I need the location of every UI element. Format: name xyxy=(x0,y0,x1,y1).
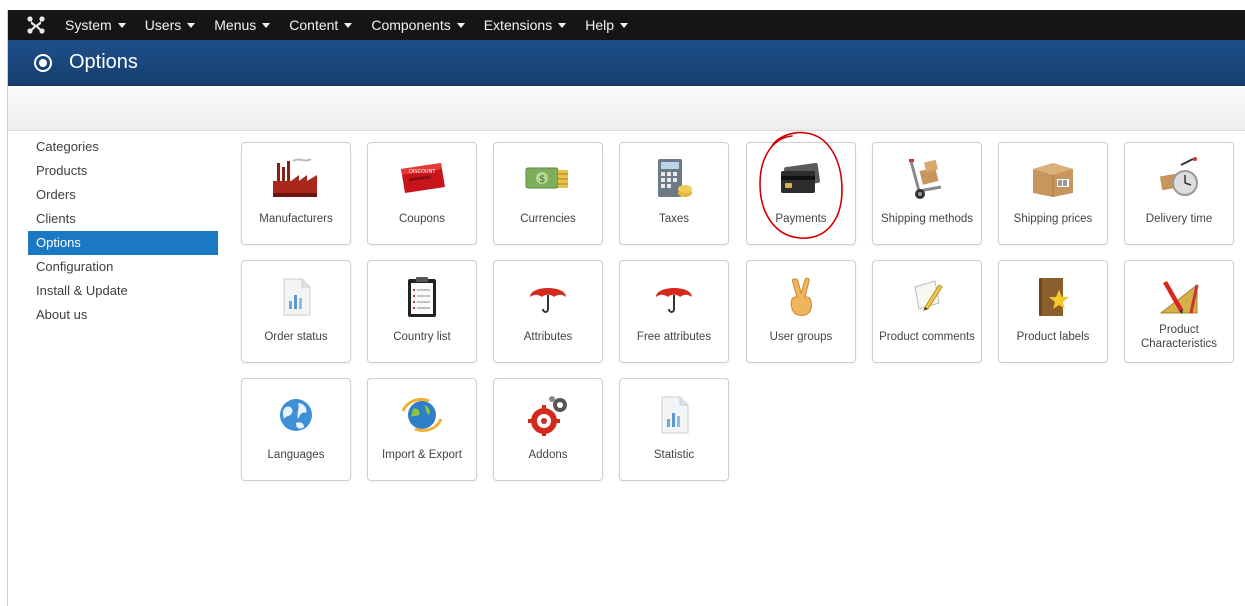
menu-label: System xyxy=(65,17,112,33)
toolbar xyxy=(8,87,1245,131)
caret-down-icon xyxy=(262,22,271,28)
menu-label: Users xyxy=(144,17,182,33)
caret-down-icon xyxy=(620,22,628,28)
tile-taxes[interactable]: Taxes xyxy=(619,142,729,245)
tile-label: Manufacturers xyxy=(259,213,333,225)
menu-label: Content xyxy=(289,17,339,33)
tile-label: Import & Export xyxy=(382,449,462,461)
tile-shipping-methods[interactable]: Shipping methods xyxy=(872,142,982,245)
tile-addons[interactable]: Addons xyxy=(493,378,603,481)
tile-delivery-time[interactable]: Delivery time xyxy=(1124,142,1234,245)
note-pencil-icon xyxy=(901,275,953,319)
sidebar-item-options[interactable]: Options xyxy=(28,231,218,255)
discount-ticket-icon: DISCOUNT xyxy=(396,157,448,201)
caret-down-icon xyxy=(344,22,353,28)
stopwatch-icon xyxy=(1153,157,1205,201)
umbrella-icon xyxy=(648,275,700,319)
menu-content[interactable]: Content xyxy=(289,17,353,33)
sidebar-item-clients[interactable]: Clients xyxy=(28,207,218,231)
sidebar-item-categories[interactable]: Categories xyxy=(28,135,218,159)
parcel-box-icon xyxy=(1027,157,1079,201)
tile-label: Attributes xyxy=(523,331,573,343)
menu-system[interactable]: System xyxy=(65,17,126,33)
tile-payments[interactable]: Payments xyxy=(746,142,856,245)
caret-down-icon xyxy=(117,22,126,28)
money-icon: $ xyxy=(522,157,574,201)
book-star-icon xyxy=(1027,275,1079,319)
tile-label: Order status xyxy=(264,331,328,343)
joomla-logo-icon[interactable] xyxy=(25,14,47,36)
tile-currencies[interactable]: $ Currencies xyxy=(493,142,603,245)
tile-order-status[interactable]: Order status xyxy=(241,260,351,363)
caret-down-icon xyxy=(187,22,196,28)
tile-label: Product Characteristics xyxy=(1140,324,1218,350)
tile-label: Country list xyxy=(393,331,451,343)
radio-circle-icon xyxy=(34,53,52,72)
tile-label: User groups xyxy=(769,331,833,343)
document-chart-icon xyxy=(648,393,700,437)
tile-label: Coupons xyxy=(398,213,446,225)
umbrella-icon xyxy=(522,275,574,319)
svg-text:DISCOUNT: DISCOUNT xyxy=(409,169,436,175)
tile-label: Delivery time xyxy=(1145,213,1213,225)
caret-down-icon xyxy=(456,22,465,28)
sidebar-item-orders[interactable]: Orders xyxy=(28,183,218,207)
menu-label: Menus xyxy=(214,17,257,33)
tile-manufacturers[interactable]: Manufacturers xyxy=(241,142,351,245)
menu-label: Help xyxy=(585,17,614,33)
menu-users[interactable]: Users xyxy=(145,17,196,33)
menu-label: Extensions xyxy=(483,17,553,33)
tile-label: Taxes xyxy=(658,213,690,225)
factory-icon xyxy=(270,157,322,201)
document-chart-icon xyxy=(270,275,322,319)
calculator-icon xyxy=(648,157,700,201)
sidebar-item-products[interactable]: Products xyxy=(28,159,218,183)
ruler-pencil-icon xyxy=(1153,275,1205,319)
menu-menus[interactable]: Menus xyxy=(214,17,271,33)
top-navbar: System Users Menus Content Components Extensi… xyxy=(8,10,1245,40)
page-title: Options xyxy=(69,51,138,73)
main-menu: System Users Menus Content Components Extensi… xyxy=(65,10,647,40)
tile-label: Shipping prices xyxy=(1013,213,1093,225)
tile-shipping-prices[interactable]: Shipping prices xyxy=(998,142,1108,245)
tile-product-labels[interactable]: Product labels xyxy=(998,260,1108,363)
sidebar: Categories Products Orders Clients Options Co… xyxy=(28,135,218,327)
globe-arrows-icon xyxy=(396,393,448,437)
tile-label: Currencies xyxy=(520,213,576,225)
tile-coupons[interactable]: DISCOUNT Coupons xyxy=(367,142,477,245)
menu-components[interactable]: Components xyxy=(371,17,465,33)
tile-label: Statistic xyxy=(653,449,695,461)
tile-product-characteristics[interactable]: Product Characteristics xyxy=(1124,260,1234,363)
sidebar-item-configuration[interactable]: Configuration xyxy=(28,255,218,279)
tile-free-attributes[interactable]: Free attributes xyxy=(619,260,729,363)
clipboard-list-icon xyxy=(396,275,448,319)
gears-icon xyxy=(522,393,574,437)
caret-down-icon xyxy=(558,22,567,28)
menu-label: Components xyxy=(371,17,451,33)
credit-card-icon xyxy=(775,157,827,201)
tile-languages[interactable]: Languages xyxy=(241,378,351,481)
sidebar-item-about-us[interactable]: About us xyxy=(28,303,218,327)
tile-label: Shipping methods xyxy=(880,213,974,225)
svg-text:$: $ xyxy=(539,174,545,185)
tile-label: Product labels xyxy=(1016,331,1090,343)
sidebar-item-install-update[interactable]: Install & Update xyxy=(28,279,218,303)
victory-hand-icon xyxy=(775,275,827,319)
tile-product-comments[interactable]: Product comments xyxy=(872,260,982,363)
tile-label: Addons xyxy=(528,449,568,461)
tile-country-list[interactable]: Country list xyxy=(367,260,477,363)
tile-import-export[interactable]: Import & Export xyxy=(367,378,477,481)
tile-user-groups[interactable]: User groups xyxy=(746,260,856,363)
tile-statistic[interactable]: Statistic xyxy=(619,378,729,481)
menu-help[interactable]: Help xyxy=(585,17,628,33)
menu-extensions[interactable]: Extensions xyxy=(483,17,567,33)
tile-attributes[interactable]: Attributes xyxy=(493,260,603,363)
globe-icon xyxy=(270,393,322,437)
tile-label: Payments xyxy=(775,213,827,225)
tile-label: Free attributes xyxy=(636,331,712,343)
tile-label: Product comments xyxy=(879,331,975,343)
tile-label: Languages xyxy=(267,449,325,461)
hand-truck-icon xyxy=(901,157,953,201)
page-header: Options xyxy=(8,40,1245,86)
